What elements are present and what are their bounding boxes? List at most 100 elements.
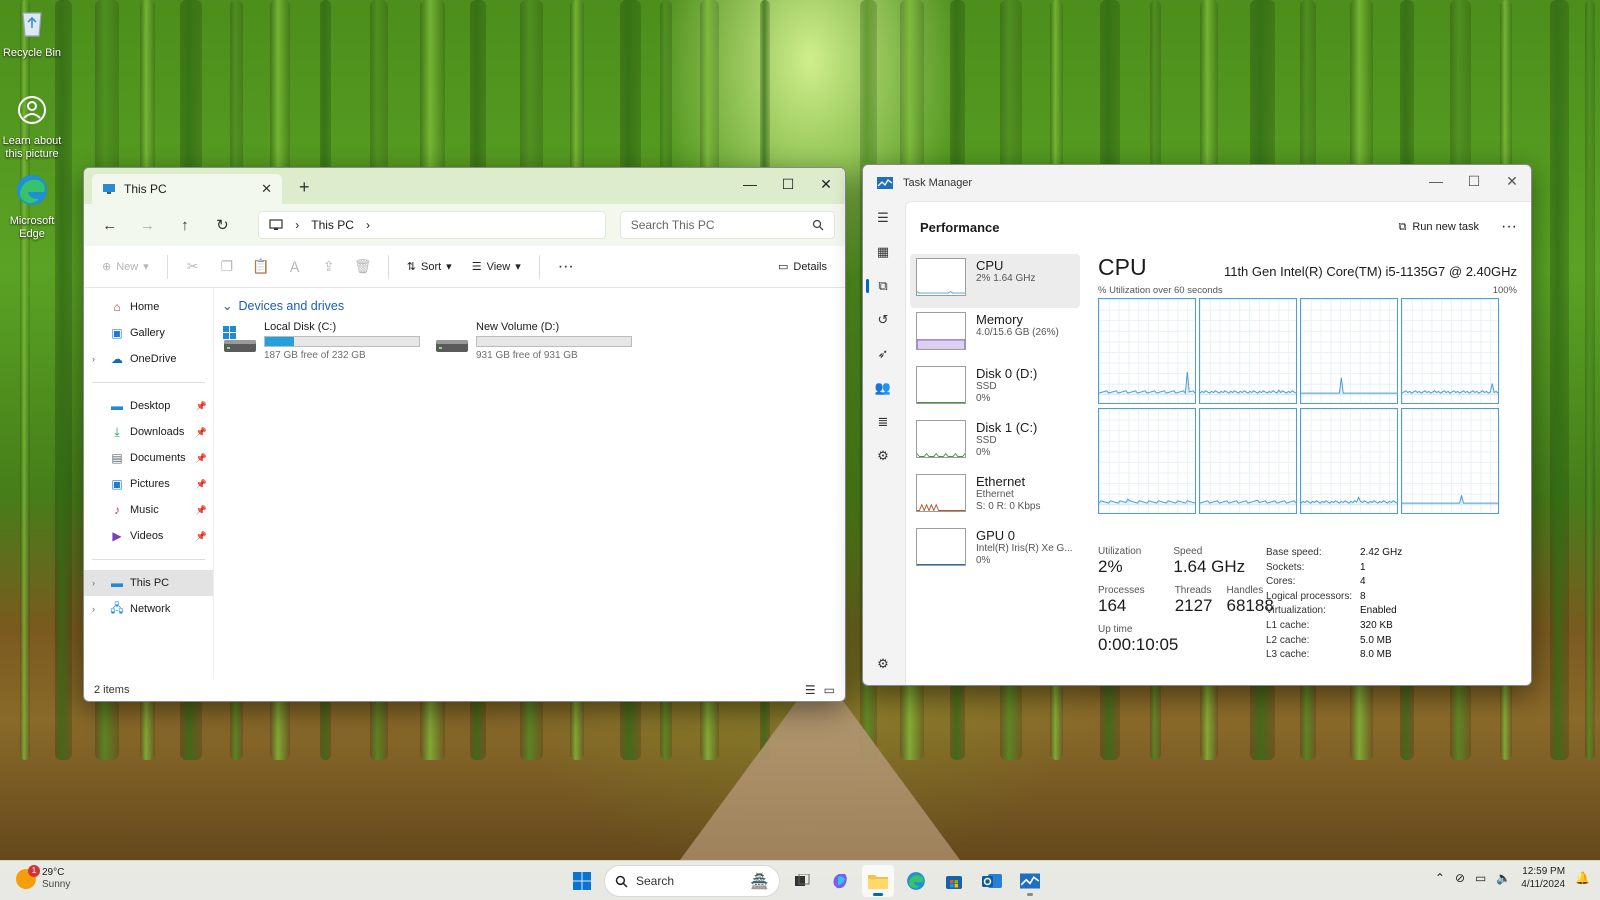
start-button[interactable] bbox=[566, 865, 598, 897]
nav-item-network[interactable]: › 🖧 Network bbox=[84, 596, 213, 622]
explorer-tab[interactable]: This PC ✕ bbox=[92, 174, 282, 204]
resource-item-gpu-0[interactable]: GPU 0 Intel(R) Iris(R) Xe G... 0% bbox=[910, 524, 1080, 578]
outlook-taskbar-button[interactable] bbox=[976, 865, 1008, 897]
nav-item-desktop[interactable]: ▬ Desktop 📌 bbox=[84, 393, 213, 419]
store-taskbar-button[interactable] bbox=[938, 865, 970, 897]
details-button[interactable]: ▭ Details bbox=[772, 253, 833, 281]
tiles-view-icon[interactable]: ▭ bbox=[824, 683, 835, 697]
drive-info: Local Disk (C:) 187 GB free of 232 GB bbox=[264, 321, 422, 361]
weather-widget[interactable]: 1 29°C Sunny bbox=[16, 865, 70, 891]
pin-icon[interactable]: 📌 bbox=[196, 453, 207, 464]
show-hidden-icons-chevron-icon[interactable]: ⌃ bbox=[1435, 871, 1445, 885]
view-button[interactable]: ☰ View ▾ bbox=[466, 253, 527, 281]
group-header[interactable]: ⌄ Devices and drives bbox=[222, 298, 837, 314]
hamburger-menu-icon[interactable]: ☰ bbox=[863, 201, 903, 235]
minimize-button[interactable]: — bbox=[731, 168, 769, 200]
share-icon[interactable]: ⇪ bbox=[316, 253, 342, 281]
resource-item-memory[interactable]: Memory 4.0/15.6 GB (26%) bbox=[910, 308, 1080, 362]
desktop-icon-learn-about-picture[interactable]: Learn about this picture bbox=[2, 92, 62, 161]
graph-max: 100% bbox=[1492, 285, 1517, 296]
chevron-right-icon[interactable]: › bbox=[92, 354, 104, 364]
breadcrumb-this-pc[interactable]: This PC bbox=[311, 218, 354, 232]
pin-icon[interactable]: 📌 bbox=[196, 531, 207, 542]
taskbar-search[interactable]: Search 🏯 bbox=[604, 865, 780, 897]
sort-button[interactable]: ⇅ Sort ▾ bbox=[401, 253, 458, 281]
copilot-button[interactable] bbox=[824, 865, 856, 897]
resource-sub1: Ethernet bbox=[976, 489, 1014, 500]
details-view-icon[interactable]: ☰ bbox=[805, 683, 816, 697]
task-view-button[interactable] bbox=[786, 865, 818, 897]
close-button[interactable]: ✕ bbox=[1493, 165, 1531, 197]
nav-item-onedrive[interactable]: › ☁ OneDrive bbox=[84, 346, 213, 372]
services-icon[interactable]: ⚙ bbox=[863, 439, 903, 473]
up-button[interactable]: ↑ bbox=[169, 211, 201, 239]
chevron-right-icon[interactable]: › bbox=[92, 604, 104, 614]
chevron-right-icon[interactable]: › bbox=[92, 578, 104, 588]
address-bar[interactable]: › This PC › bbox=[258, 211, 606, 239]
pin-icon[interactable]: 📌 bbox=[196, 427, 207, 438]
taskbar-apps: Search 🏯 bbox=[566, 865, 1046, 897]
pin-icon[interactable]: 📌 bbox=[196, 479, 207, 490]
settings-gear-icon[interactable]: ⚙ bbox=[863, 647, 903, 681]
resource-item-cpu[interactable]: CPU 2% 1.64 GHz bbox=[910, 254, 1080, 308]
maximize-button[interactable]: ☐ bbox=[1455, 165, 1493, 197]
new-tab-button[interactable]: + bbox=[299, 177, 310, 198]
nav-item-gallery[interactable]: ▣ Gallery bbox=[84, 320, 213, 346]
resource-item-disk-1-c[interactable]: Disk 1 (C:) SSD 0% bbox=[910, 416, 1080, 470]
refresh-button[interactable]: ↻ bbox=[207, 211, 239, 239]
cut-icon[interactable]: ✂ bbox=[180, 253, 206, 281]
edge-taskbar-button[interactable] bbox=[900, 865, 932, 897]
close-button[interactable]: ✕ bbox=[807, 168, 845, 200]
processes-icon[interactable]: ▦ bbox=[863, 235, 903, 269]
desktop-icon-recycle-bin[interactable]: Recycle Bin bbox=[2, 4, 62, 60]
more-options-button[interactable]: ··· bbox=[552, 253, 580, 281]
minimize-button[interactable]: — bbox=[1417, 165, 1455, 197]
nav-item-videos[interactable]: ▶ Videos 📌 bbox=[84, 523, 213, 549]
copilot-icon bbox=[833, 874, 847, 889]
more-options-button[interactable]: ··· bbox=[1501, 218, 1517, 236]
nav-item-pictures[interactable]: ▣ Pictures 📌 bbox=[84, 471, 213, 497]
forward-button[interactable]: → bbox=[132, 211, 164, 239]
nav-item-this-pc[interactable]: › ▬ This PC bbox=[84, 570, 213, 596]
desktop-icon-label: Learn about this picture bbox=[2, 135, 62, 160]
nav-item-downloads[interactable]: ⤓ Downloads 📌 bbox=[84, 419, 213, 445]
nav-item-home[interactable]: ⌂ Home bbox=[84, 294, 213, 320]
details-button-label: Details bbox=[793, 260, 827, 273]
resource-item-disk-0-d[interactable]: Disk 0 (D:) SSD 0% bbox=[910, 362, 1080, 416]
app-history-icon[interactable]: ↺ bbox=[863, 303, 903, 337]
close-tab-icon[interactable]: ✕ bbox=[261, 181, 272, 197]
folder-icon bbox=[868, 875, 888, 889]
drive-item-d[interactable]: New Volume (D:) 931 GB free of 931 GB bbox=[434, 321, 634, 361]
clock[interactable]: 12:59 PM 4/11/2024 bbox=[1521, 865, 1565, 891]
startup-apps-icon[interactable]: ➶ bbox=[863, 337, 903, 371]
pin-icon[interactable]: 📌 bbox=[196, 401, 207, 412]
notification-bell-icon[interactable]: 🔔 bbox=[1575, 871, 1590, 885]
nav-item-music[interactable]: ♪ Music 📌 bbox=[84, 497, 213, 523]
details-list-icon[interactable]: ≣ bbox=[863, 405, 903, 439]
task-manager-taskbar-button[interactable] bbox=[1014, 865, 1046, 897]
new-button[interactable]: ⊕ New ▾ bbox=[96, 253, 155, 281]
volume-icon[interactable]: 🔈 bbox=[1496, 871, 1511, 885]
users-icon[interactable]: 👥 bbox=[863, 371, 903, 405]
performance-icon[interactable]: ⧉ bbox=[863, 269, 903, 303]
spec-key: L3 cache: bbox=[1266, 649, 1310, 661]
file-explorer-taskbar-button[interactable] bbox=[862, 865, 894, 897]
task-manager-icon bbox=[1020, 873, 1040, 889]
back-button[interactable]: ← bbox=[94, 211, 126, 239]
copy-icon[interactable]: ❐ bbox=[214, 253, 240, 281]
network-status-icon[interactable]: ⊘ bbox=[1455, 871, 1465, 885]
maximize-button[interactable]: ☐ bbox=[769, 168, 807, 200]
run-new-task-button[interactable]: ⧉ Run new task bbox=[1399, 221, 1480, 234]
nav-item-documents[interactable]: ▤ Documents 📌 bbox=[84, 445, 213, 471]
rename-icon[interactable]: Ａ bbox=[282, 253, 308, 281]
paste-icon[interactable]: 📋 bbox=[248, 253, 274, 281]
breadcrumb-chevron-icon[interactable]: › bbox=[366, 218, 370, 232]
pin-icon[interactable]: 📌 bbox=[196, 505, 207, 516]
desktop-icon-edge[interactable]: Microsoft Edge bbox=[2, 172, 62, 241]
delete-icon[interactable]: 🗑 bbox=[350, 253, 376, 281]
display-icon[interactable]: ▭ bbox=[1475, 871, 1486, 885]
drive-item-c[interactable]: Local Disk (C:) 187 GB free of 232 GB bbox=[222, 321, 422, 361]
core-graph-3 bbox=[1401, 298, 1499, 404]
resource-item-ethernet[interactable]: Ethernet Ethernet S: 0 R: 0 Kbps bbox=[910, 470, 1080, 524]
search-input[interactable]: Search This PC bbox=[619, 211, 835, 239]
